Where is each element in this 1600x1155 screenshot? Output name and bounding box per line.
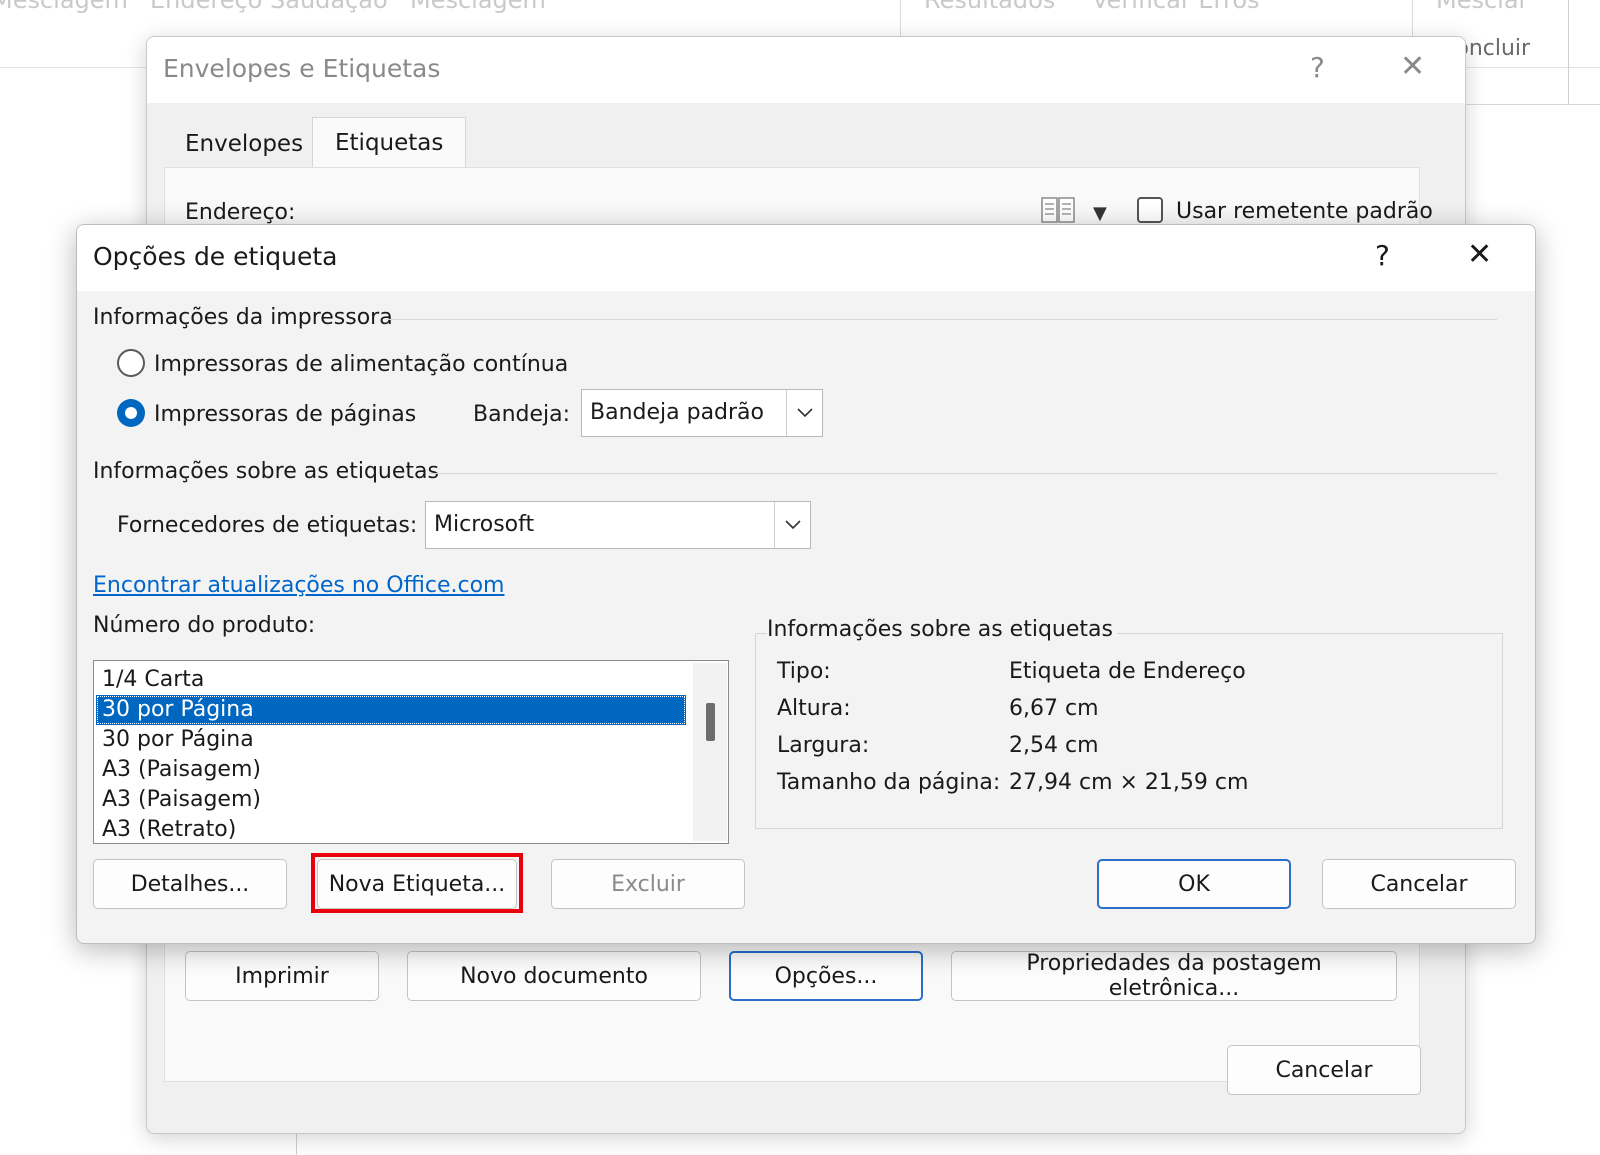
tray-label: Bandeja: — [473, 402, 571, 427]
back-cancel-button[interactable]: Cancelar — [1227, 1045, 1421, 1095]
height-label: Altura: — [777, 696, 851, 721]
ok-button[interactable]: OK — [1097, 859, 1291, 909]
cancel-button[interactable]: Cancelar — [1322, 859, 1516, 909]
tab-etiquetas-label: Etiquetas — [335, 130, 444, 156]
tab-envelopes-label: Envelopes — [185, 131, 304, 157]
label-details-group-title: Informações sobre as etiquetas — [767, 617, 1117, 642]
address-label: Endereço: — [185, 200, 296, 225]
scrollbar-thumb[interactable] — [706, 703, 715, 741]
tab-etiquetas[interactable]: Etiquetas — [312, 117, 467, 169]
use-default-sender-label: Usar remetente padrão — [1176, 199, 1433, 224]
product-number-list[interactable]: 1/4 Carta 30 por Página 30 por Página A3… — [93, 660, 729, 844]
electronic-postage-properties-button[interactable]: Propriedades da postagem eletrônica... — [951, 951, 1397, 1001]
width-label: Largura: — [777, 733, 870, 758]
address-book-icon[interactable] — [1041, 197, 1077, 223]
ribbon-item-endereco[interactable]: Endereço — [150, 0, 262, 14]
page-size-label: Tamanho da página: — [777, 770, 1001, 795]
details-button[interactable]: Detalhes... — [93, 859, 287, 909]
page-printers-label: Impressoras de páginas — [154, 402, 417, 427]
ribbon-item-resultados[interactable]: Resultados — [924, 0, 1055, 14]
ribbon-item-mesclagem-2[interactable]: Mesclagem — [410, 0, 546, 14]
tray-select-value: Bandeja padrão — [590, 400, 765, 425]
tray-select[interactable]: Bandeja padrão — [581, 389, 823, 437]
list-item[interactable]: A3 (Paisagem) — [96, 785, 686, 815]
close-icon[interactable]: ✕ — [1400, 49, 1425, 84]
label-vendors-select[interactable]: Microsoft — [425, 501, 811, 549]
list-item[interactable]: A3 (Retrato) — [96, 815, 686, 843]
ribbon-item-saudacao[interactable]: Saudação — [270, 0, 388, 14]
chevron-down-icon[interactable] — [774, 502, 810, 548]
options-button[interactable]: Opções... — [729, 951, 923, 1001]
printer-info-group-title: Informações da impressora — [93, 305, 393, 330]
print-button[interactable]: Imprimir — [185, 951, 379, 1001]
help-icon[interactable]: ? — [1310, 51, 1325, 84]
dialog-title: Opções de etiqueta — [93, 242, 338, 271]
ribbon-item-verificar-erros[interactable]: Verificar Erros — [1092, 0, 1260, 14]
new-document-button[interactable]: Novo documento — [407, 951, 701, 1001]
use-default-sender-checkbox[interactable] — [1137, 197, 1163, 223]
height-value: 6,67 cm — [1009, 696, 1099, 721]
group-divider — [429, 473, 1497, 474]
dialog-titlebar: Opções de etiqueta ? ✕ — [77, 225, 1535, 291]
list-scrollbar[interactable] — [693, 663, 727, 841]
list-item-selected[interactable]: 30 por Página — [96, 695, 686, 725]
type-label: Tipo: — [777, 659, 831, 684]
dialog-title: Envelopes e Etiquetas — [163, 54, 441, 83]
new-label-button[interactable]: Nova Etiqueta... — [317, 859, 517, 909]
width-value: 2,54 cm — [1009, 733, 1099, 758]
continuous-feed-radio[interactable] — [117, 349, 145, 377]
ribbon-separator — [900, 0, 901, 36]
list-item[interactable]: 1/4 Carta — [96, 665, 686, 695]
label-options-dialog: Opções de etiqueta ? ✕ Informações da im… — [76, 224, 1536, 944]
ribbon-item-mesclar[interactable]: Mesclar — [1436, 0, 1528, 14]
ribbon-edge — [1568, 0, 1569, 105]
label-vendors-value: Microsoft — [434, 512, 535, 537]
ribbon-edge — [1460, 104, 1600, 105]
delete-button[interactable]: Excluir — [551, 859, 745, 909]
ribbon-separator — [1412, 0, 1413, 36]
help-icon[interactable]: ? — [1375, 239, 1390, 272]
tab-envelopes[interactable]: Envelopes — [163, 119, 325, 167]
close-icon[interactable]: ✕ — [1467, 237, 1492, 272]
ribbon-item-mesclagem[interactable]: Mesclagem — [0, 0, 128, 14]
product-number-label: Número do produto: — [93, 613, 316, 638]
page-printers-radio[interactable] — [117, 399, 145, 427]
page-size-value: 27,94 cm × 21,59 cm — [1009, 770, 1249, 795]
chevron-down-icon[interactable]: ▼ — [1093, 203, 1107, 224]
continuous-feed-label: Impressoras de alimentação contínua — [154, 352, 569, 377]
list-item[interactable]: A3 (Paisagem) — [96, 755, 686, 785]
group-divider — [387, 319, 1497, 320]
dialog-titlebar: Envelopes e Etiquetas ? ✕ — [147, 37, 1465, 103]
label-info-group-title: Informações sobre as etiquetas — [93, 459, 439, 484]
chevron-down-icon[interactable] — [786, 390, 822, 436]
list-item[interactable]: 30 por Página — [96, 725, 686, 755]
type-value: Etiqueta de Endereço — [1009, 659, 1246, 684]
office-updates-link[interactable]: Encontrar atualizações no Office.com — [93, 573, 504, 598]
label-vendors-label: Fornecedores de etiquetas: — [117, 513, 418, 538]
